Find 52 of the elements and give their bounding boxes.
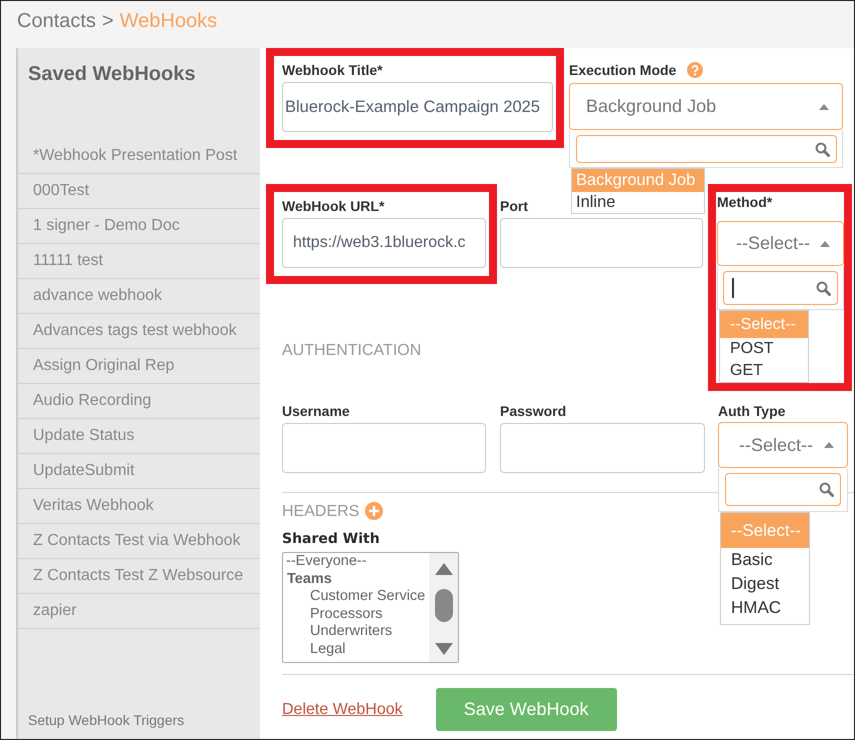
scroll-up-arrow-icon[interactable] bbox=[434, 563, 452, 575]
caret-up-icon bbox=[824, 442, 834, 448]
list-box[interactable]: --Everyone-- Teams Customer Service Processors Underwriters Legal bbox=[282, 552, 459, 663]
section-heading: AUTHENTICATION bbox=[282, 341, 422, 361]
text-field[interactable]: https://web3.1bluerock.c bbox=[282, 218, 486, 268]
dropdown-option[interactable]: --Select-- bbox=[720, 311, 808, 338]
dropdown-select[interactable]: --Select-- bbox=[717, 221, 844, 266]
field-label: Password bbox=[500, 403, 566, 419]
search-field[interactable] bbox=[723, 271, 838, 305]
caret-up-icon bbox=[819, 104, 829, 110]
scrollbar-thumb[interactable] bbox=[434, 589, 452, 622]
search-field[interactable] bbox=[725, 473, 841, 506]
field-label: Method* bbox=[717, 194, 772, 210]
list-option[interactable]: Processors bbox=[310, 606, 383, 623]
search-icon bbox=[816, 280, 831, 296]
list-option[interactable]: Customer Service bbox=[310, 588, 426, 606]
dropdown-select[interactable]: --Select-- bbox=[718, 422, 848, 468]
search-field[interactable] bbox=[576, 135, 837, 163]
dropdown-select[interactable]: Background Job bbox=[569, 83, 843, 130]
search-icon bbox=[819, 482, 834, 497]
dropdown-option[interactable]: Background Job bbox=[572, 169, 704, 192]
save-button[interactable]: Save WebHook bbox=[436, 688, 617, 731]
text-field[interactable]: Bluerock-Example Campaign 2025 bbox=[282, 82, 553, 132]
scroll-down-arrow-icon[interactable] bbox=[434, 643, 452, 655]
field-label: Shared With bbox=[282, 530, 380, 548]
breadcrumb-separator: > bbox=[102, 9, 114, 33]
search-icon bbox=[815, 142, 830, 156]
setup-triggers-link[interactable]: Setup WebHook Triggers bbox=[28, 712, 184, 728]
breadcrumb-item[interactable]: Contacts bbox=[17, 9, 96, 33]
caret-up-icon bbox=[820, 240, 830, 246]
plus-icon[interactable] bbox=[365, 502, 384, 520]
text-field[interactable] bbox=[500, 218, 703, 268]
delete-link[interactable]: Delete WebHook bbox=[282, 700, 403, 720]
field-label: Auth Type bbox=[718, 403, 786, 419]
field-label: WebHook URL* bbox=[282, 198, 384, 214]
help-icon[interactable] bbox=[687, 62, 704, 78]
field-label: Port bbox=[500, 198, 528, 214]
text-field[interactable] bbox=[500, 423, 705, 473]
list-option[interactable]: Legal bbox=[310, 640, 346, 658]
list-option[interactable]: --Everyone-- bbox=[286, 553, 367, 570]
sidebar-title: Saved WebHooks bbox=[28, 62, 196, 86]
dropdown-option[interactable]: --Select-- bbox=[721, 513, 809, 548]
field-label: Execution Mode bbox=[569, 62, 676, 78]
scrollbar[interactable] bbox=[429, 553, 458, 662]
text-field[interactable] bbox=[282, 423, 486, 473]
field-label: Username bbox=[282, 403, 350, 419]
field-label: Webhook Title* bbox=[282, 62, 383, 78]
text-cursor-icon bbox=[732, 278, 734, 298]
breadcrumb-item: WebHooks bbox=[120, 9, 218, 33]
list-option[interactable]: Underwriters bbox=[310, 623, 392, 640]
section-heading: HEADERS bbox=[282, 502, 360, 522]
list-group-label: Teams bbox=[286, 570, 332, 588]
